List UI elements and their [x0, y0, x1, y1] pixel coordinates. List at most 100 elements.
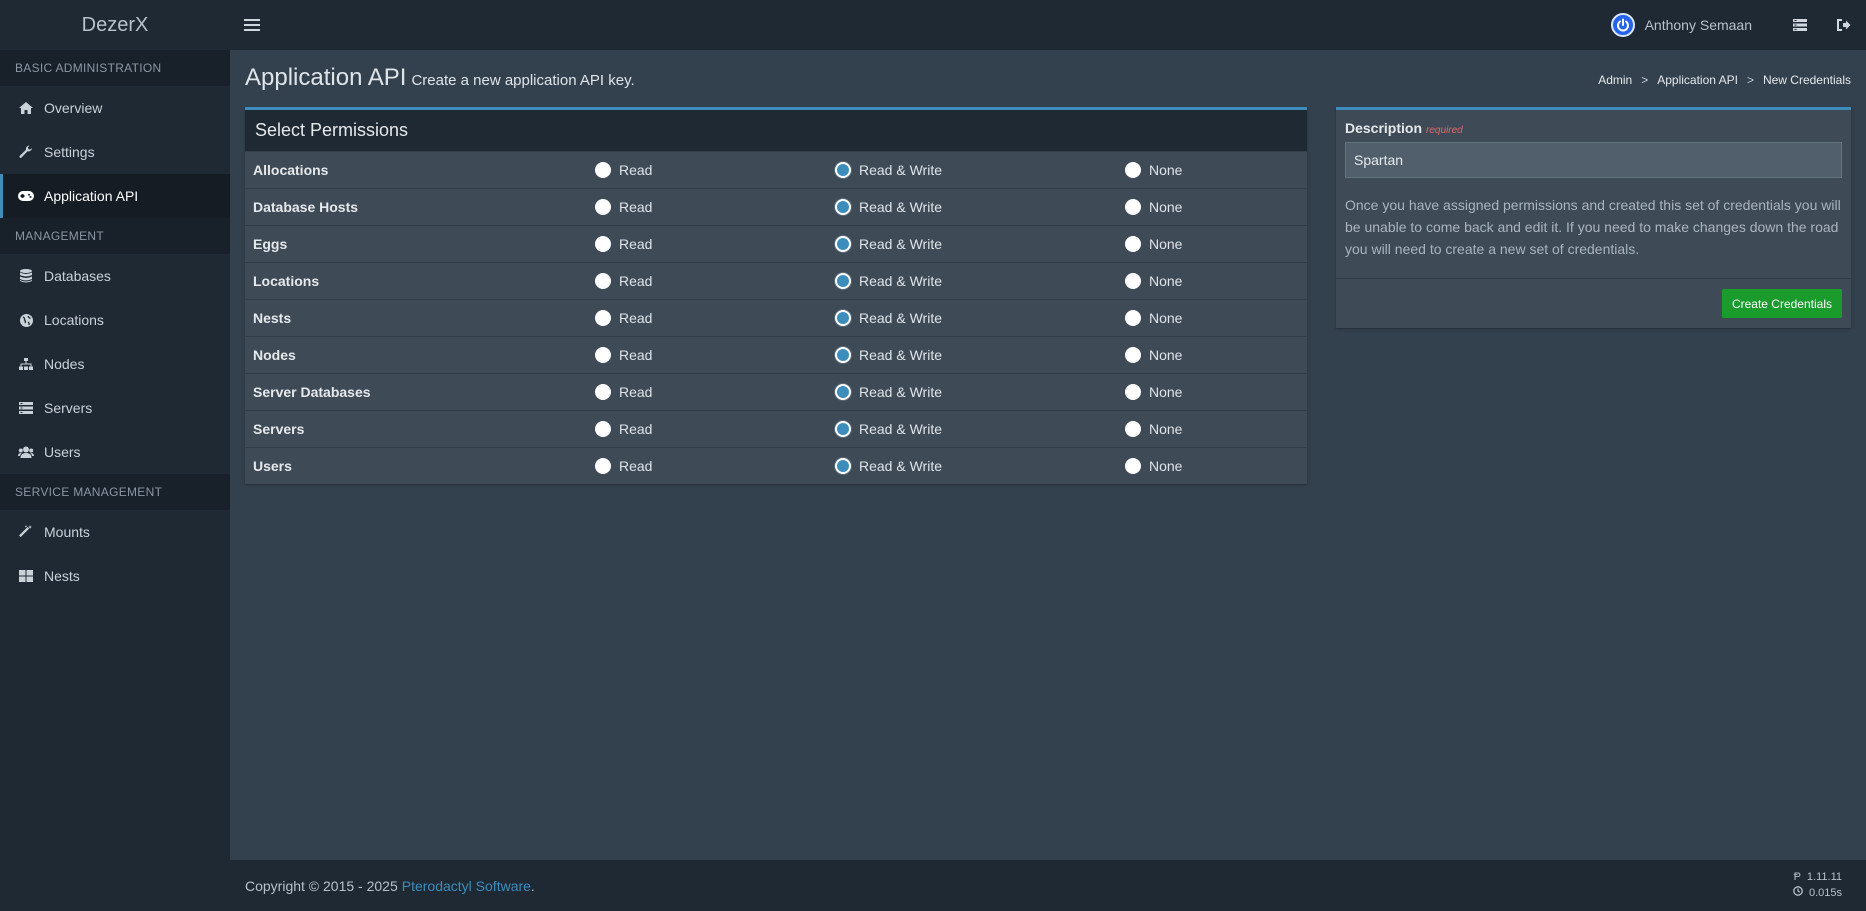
- sign-out-icon[interactable]: [1822, 0, 1866, 50]
- permission-option[interactable]: None: [1125, 310, 1182, 326]
- permission-option-label: Read: [619, 310, 653, 326]
- radio-button[interactable]: [1125, 310, 1141, 326]
- sidebar-item-settings[interactable]: Settings: [0, 130, 230, 174]
- radio-button[interactable]: [595, 421, 611, 437]
- radio-button[interactable]: [835, 199, 851, 215]
- radio-button[interactable]: [835, 273, 851, 289]
- permission-row: Nodes Read Read & Write None: [245, 336, 1307, 373]
- radio-button[interactable]: [835, 310, 851, 326]
- radio-button[interactable]: [595, 162, 611, 178]
- sidebar-item-locations[interactable]: Locations: [0, 298, 230, 342]
- radio-button[interactable]: [1125, 162, 1141, 178]
- permission-option[interactable]: None: [1125, 199, 1182, 215]
- menu-toggle-icon[interactable]: [244, 16, 260, 34]
- permission-option[interactable]: None: [1125, 273, 1182, 289]
- radio-button[interactable]: [835, 347, 851, 363]
- permission-option[interactable]: Read: [595, 421, 835, 437]
- permission-name: Locations: [253, 273, 320, 289]
- permission-option[interactable]: Read & Write: [835, 273, 1125, 289]
- sidebar-item-databases[interactable]: Databases: [0, 254, 230, 298]
- permission-option[interactable]: None: [1125, 236, 1182, 252]
- pterodactyl-link[interactable]: Pterodactyl Software: [402, 878, 531, 894]
- breadcrumb: Admin > Application API > New Credential…: [1598, 73, 1851, 87]
- permission-option-label: Read & Write: [859, 199, 942, 215]
- radio-button[interactable]: [1125, 273, 1141, 289]
- sidebar: BASIC ADMINISTRATION Overview Settings A…: [0, 50, 230, 911]
- permission-row: Users Read Read & Write None: [245, 447, 1307, 484]
- permission-option[interactable]: Read & Write: [835, 458, 1125, 474]
- sidebar-item-users[interactable]: Users: [0, 430, 230, 474]
- permission-option[interactable]: None: [1125, 458, 1182, 474]
- radio-button[interactable]: [1125, 421, 1141, 437]
- sidebar-item-nodes[interactable]: Nodes: [0, 342, 230, 386]
- permission-option[interactable]: Read & Write: [835, 347, 1125, 363]
- radio-button[interactable]: [835, 384, 851, 400]
- radio-button[interactable]: [835, 421, 851, 437]
- permission-option[interactable]: Read: [595, 458, 835, 474]
- permission-option[interactable]: Read: [595, 347, 835, 363]
- footer-meta: Ᵽ 1.11.11 0.015s: [1793, 869, 1842, 901]
- permission-option-label: Read & Write: [859, 384, 942, 400]
- permission-option[interactable]: Read & Write: [835, 199, 1125, 215]
- permission-name: Servers: [253, 421, 305, 437]
- permission-option[interactable]: Read: [595, 273, 835, 289]
- permissions-title: Select Permissions: [245, 110, 1307, 151]
- radio-button[interactable]: [595, 310, 611, 326]
- permission-name: Nests: [253, 310, 292, 326]
- breadcrumb-application-api[interactable]: Application API: [1657, 73, 1738, 87]
- brand-logo[interactable]: DezerX: [0, 0, 230, 50]
- sidebar-item-overview[interactable]: Overview: [0, 86, 230, 130]
- radio-button[interactable]: [595, 384, 611, 400]
- permission-option[interactable]: Read: [595, 310, 835, 326]
- permission-option[interactable]: Read: [595, 384, 835, 400]
- permission-option[interactable]: Read: [595, 162, 835, 178]
- page-header: Application API Create a new application…: [245, 64, 635, 92]
- radio-button[interactable]: [595, 199, 611, 215]
- radio-button[interactable]: [1125, 236, 1141, 252]
- description-label: Description: [1345, 120, 1423, 136]
- required-hint: required: [1426, 125, 1463, 136]
- sidebar-item-servers[interactable]: Servers: [0, 386, 230, 430]
- radio-button[interactable]: [1125, 347, 1141, 363]
- sidebar-item-label: Databases: [44, 268, 111, 284]
- copyright-suffix: .: [530, 877, 535, 894]
- radio-button[interactable]: [595, 458, 611, 474]
- radio-button[interactable]: [835, 162, 851, 178]
- sidebar-item-nests[interactable]: Nests: [0, 554, 230, 598]
- permission-option[interactable]: Read & Write: [835, 421, 1125, 437]
- radio-button[interactable]: [1125, 458, 1141, 474]
- radio-button[interactable]: [835, 458, 851, 474]
- permission-option[interactable]: Read & Write: [835, 384, 1125, 400]
- radio-button[interactable]: [595, 273, 611, 289]
- permission-option[interactable]: None: [1125, 384, 1182, 400]
- permission-option[interactable]: Read & Write: [835, 310, 1125, 326]
- radio-button[interactable]: [595, 347, 611, 363]
- radio-button[interactable]: [595, 236, 611, 252]
- user-menu[interactable]: Anthony Semaan: [1610, 13, 1752, 37]
- permission-option[interactable]: Read & Write: [835, 236, 1125, 252]
- permission-option-label: None: [1149, 458, 1183, 474]
- permission-option-label: Read: [619, 347, 653, 363]
- permission-option[interactable]: None: [1125, 162, 1182, 178]
- permission-option[interactable]: Read: [595, 199, 835, 215]
- sidebar-item-label: Locations: [44, 312, 104, 328]
- sidebar-item-application-api[interactable]: Application API: [0, 174, 230, 218]
- radio-button[interactable]: [1125, 384, 1141, 400]
- description-body: Descriptionrequired Once you have assign…: [1336, 110, 1851, 278]
- permission-row: Eggs Read Read & Write None: [245, 225, 1307, 262]
- page-footer: Copyright © 2015 - 2025 Pterodactyl Soft…: [230, 860, 1866, 911]
- description-input[interactable]: [1345, 142, 1842, 178]
- permission-option[interactable]: Read: [595, 236, 835, 252]
- server-list-icon[interactable]: [1778, 0, 1822, 50]
- th-large-icon: [18, 569, 34, 583]
- sidebar-item-mounts[interactable]: Mounts: [0, 510, 230, 554]
- radio-button[interactable]: [1125, 199, 1141, 215]
- permission-option[interactable]: None: [1125, 421, 1182, 437]
- sidebar-item-label: Application API: [44, 188, 139, 204]
- radio-button[interactable]: [835, 236, 851, 252]
- permission-option[interactable]: Read & Write: [835, 162, 1125, 178]
- sitemap-icon: [18, 357, 34, 371]
- breadcrumb-admin[interactable]: Admin: [1598, 73, 1632, 87]
- create-credentials-button[interactable]: Create Credentials: [1721, 289, 1842, 318]
- permission-option[interactable]: None: [1125, 347, 1182, 363]
